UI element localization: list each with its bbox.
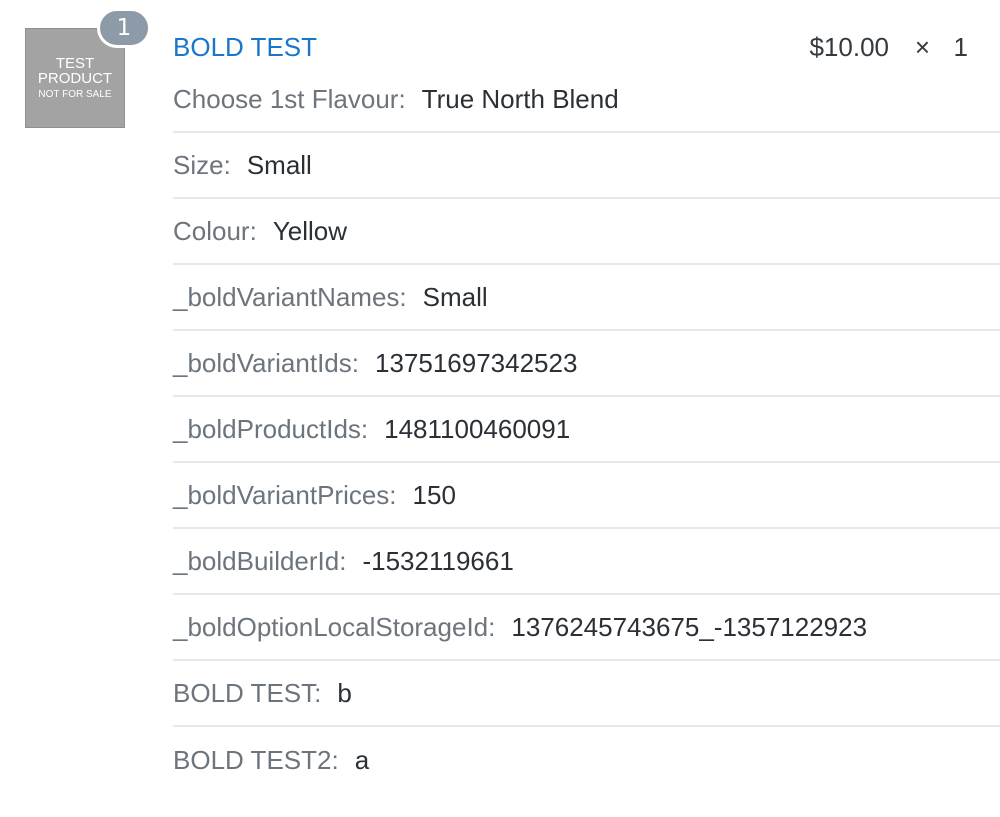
- property-key: _boldProductIds:: [173, 413, 369, 444]
- line-item-header: BOLD TEST $10.00 × 1: [173, 30, 1000, 70]
- property-row: _boldBuilderId: -1532119661: [173, 529, 1000, 595]
- property-row: Choose 1st Flavour: True North Blend: [173, 68, 1000, 133]
- property-key: Colour:: [173, 215, 257, 246]
- property-value: 1481100460091: [384, 413, 571, 444]
- property-row: Size: Small: [173, 133, 1000, 199]
- thumbnail-text-line1: TEST: [55, 54, 95, 72]
- line-quantity: 1: [953, 32, 968, 62]
- property-row: BOLD TEST2: a: [173, 727, 1000, 793]
- property-key: _boldVariantNames:: [173, 281, 407, 312]
- property-value: True North Blend: [421, 84, 619, 114]
- thumbnail-text-line3: NOT FOR SALE: [38, 89, 112, 100]
- property-value: 150: [412, 479, 456, 510]
- property-key: Size:: [173, 149, 231, 180]
- property-value: Small: [422, 281, 488, 312]
- property-key: _boldBuilderId:: [173, 545, 347, 576]
- multiply-sign: ×: [914, 32, 930, 62]
- property-row: _boldVariantNames: Small: [173, 265, 1000, 331]
- property-row: BOLD TEST: b: [173, 661, 1000, 727]
- line-item-properties: Choose 1st Flavour: True North Blend Size:…: [173, 68, 1000, 793]
- property-value: 1376245743675_-1357122923: [511, 611, 868, 642]
- property-key: _boldVariantIds:: [173, 347, 359, 378]
- property-value: 13751697342523: [374, 347, 578, 378]
- quantity-badge: 1: [97, 8, 151, 48]
- property-row: _boldVariantPrices: 150: [173, 463, 1000, 529]
- property-value: Small: [246, 149, 312, 180]
- property-value: Yellow: [272, 215, 348, 246]
- property-value: -1532119661: [362, 545, 514, 576]
- property-key: _boldVariantPrices:: [173, 479, 397, 510]
- property-row: _boldOptionLocalStorageId: 1376245743675_…: [173, 595, 1000, 661]
- property-row: _boldProductIds: 1481100460091: [173, 397, 1000, 463]
- property-key: BOLD TEST2:: [173, 744, 339, 775]
- property-row: Colour: Yellow: [173, 199, 1000, 265]
- property-key: _boldOptionLocalStorageId:: [173, 611, 496, 642]
- product-title-link[interactable]: BOLD TEST: [173, 32, 317, 63]
- property-key: Choose 1st Flavour:: [173, 84, 406, 114]
- line-price: $10.00: [809, 32, 889, 62]
- property-value: b: [337, 677, 352, 708]
- property-row: _boldVariantIds: 13751697342523: [173, 331, 1000, 397]
- property-key: BOLD TEST:: [173, 677, 322, 708]
- thumbnail-text-line2: PRODUCT: [37, 70, 113, 88]
- property-value: a: [354, 744, 370, 775]
